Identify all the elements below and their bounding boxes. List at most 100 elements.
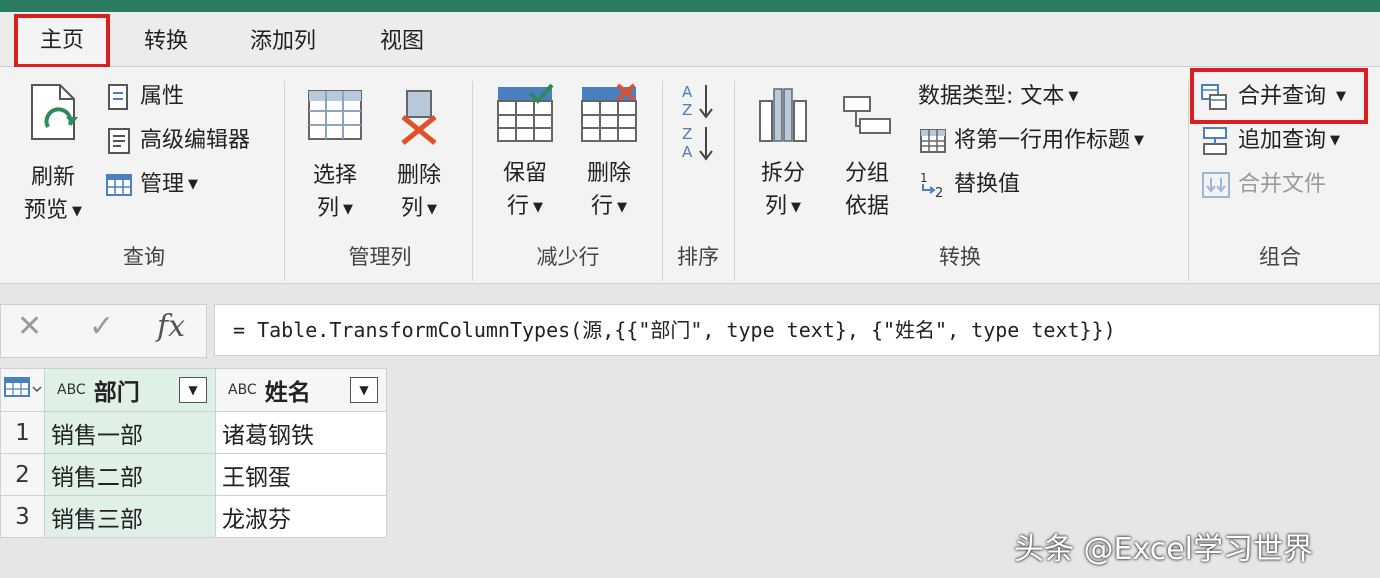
replace-values-button[interactable]: 1 2 替换值 <box>918 167 1020 203</box>
cell-dept[interactable]: 销售二部 <box>44 453 216 496</box>
cell-name[interactable]: 龙淑芬 <box>215 495 387 538</box>
choose-columns-label-1: 选择 <box>312 163 357 188</box>
refresh-label-1: 刷新 <box>30 165 75 190</box>
svg-text:1: 1 <box>920 171 928 185</box>
column-header-dept[interactable]: ABC 部门 ▼ <box>44 368 216 412</box>
row-number[interactable]: 3 <box>0 495 45 538</box>
ribbon-tabs: 主页 转换 添加列 视图 <box>0 12 1380 68</box>
text-type-icon: ABC <box>228 382 257 398</box>
merge-queries-highlight <box>1190 68 1368 124</box>
remove-columns-icon <box>401 90 437 145</box>
keep-rows-icon <box>497 83 554 142</box>
keep-rows-label-2: 行 ▼ <box>506 194 543 219</box>
keep-rows-label-1: 保留 <box>502 161 547 186</box>
cell-name[interactable]: 王钢蛋 <box>215 453 387 496</box>
tab-transform[interactable]: 转换 <box>144 22 188 62</box>
choose-columns-button[interactable]: 选择 列 ▼ <box>300 85 370 226</box>
choose-columns-label-2: 列 ▼ <box>316 196 353 221</box>
group-by-label-1: 分组 <box>844 161 889 186</box>
svg-text:2: 2 <box>935 186 943 200</box>
remove-columns-label-1: 删除 <box>396 163 441 188</box>
keep-rows-button[interactable]: 保留 行 ▼ <box>490 83 560 224</box>
group-separator <box>662 81 663 281</box>
formula-bar: ✕ ✓ fx = Table.TransformColumnTypes(源,{{… <box>0 300 1380 360</box>
combine-files-icon <box>1202 172 1230 198</box>
sort-ascending-icon: A Z <box>682 83 713 119</box>
choose-columns-icon <box>308 90 362 140</box>
cell-dept[interactable]: 销售三部 <box>44 495 216 538</box>
table-menu-button[interactable] <box>0 368 45 412</box>
append-queries-icon <box>1203 127 1227 155</box>
advanced-editor-button[interactable]: 高级编辑器 <box>104 123 250 159</box>
remove-rows-label-1: 删除 <box>586 161 631 186</box>
split-column-icon <box>759 88 807 142</box>
group-separator <box>1188 81 1189 281</box>
combine-files-button[interactable]: 合并文件 <box>1200 167 1326 203</box>
advanced-editor-icon <box>108 128 130 154</box>
table-row: 1 销售一部 诸葛钢铁 <box>0 411 387 454</box>
confirm-icon[interactable]: ✓ <box>89 309 114 344</box>
window-title-bar <box>0 0 1380 12</box>
sort-ascending-button[interactable]: A Z <box>680 81 716 125</box>
refresh-preview-button[interactable]: 刷新 预览 ▼ <box>18 81 88 228</box>
column-header-name[interactable]: ABC 姓名 ▼ <box>215 368 387 412</box>
watermark: 头条 @Excel学习世界 <box>1014 532 1314 567</box>
formula-input[interactable]: = Table.TransformColumnTypes(源,{{"部门", t… <box>214 304 1380 356</box>
cell-name[interactable]: 诸葛钢铁 <box>215 411 387 454</box>
text-type-icon: ABC <box>57 382 86 398</box>
split-column-button[interactable]: 拆分 列 ▼ <box>750 83 816 224</box>
group-separator <box>284 81 285 281</box>
use-first-row-as-headers-button[interactable]: 将第一行用作标题 ▼ <box>918 123 1144 159</box>
table-icon <box>106 174 132 196</box>
filter-dropdown-button[interactable]: ▼ <box>350 377 378 403</box>
sort-descending-icon: Z A <box>682 125 713 161</box>
cell-dept[interactable]: 销售一部 <box>44 411 216 454</box>
group-label-combine: 组合 <box>1259 245 1301 269</box>
first-row-header-icon <box>920 129 946 153</box>
remove-rows-icon <box>581 83 637 142</box>
table-row: 3 销售三部 龙淑芬 <box>0 495 387 538</box>
ribbon: 刷新 预览 ▼ 属性 高级编辑器 管理 ▼ 查询 选择 列 ▼ 删除 列 ▼ 管理列 <box>0 67 1380 284</box>
remove-rows-label-2: 行 ▼ <box>590 194 627 219</box>
group-by-icon <box>843 96 891 134</box>
formula-buttons: ✕ ✓ fx <box>0 304 207 358</box>
svg-text:A: A <box>682 143 693 161</box>
fx-icon[interactable]: fx <box>157 309 185 344</box>
svg-text:A: A <box>682 83 693 101</box>
row-number[interactable]: 2 <box>0 453 45 496</box>
remove-rows-button[interactable]: 删除 行 ▼ <box>574 83 644 224</box>
properties-button[interactable]: 属性 <box>104 79 184 115</box>
replace-values-icon: 12 <box>920 171 943 200</box>
row-number[interactable]: 1 <box>0 411 45 454</box>
group-label-transform: 转换 <box>939 245 981 269</box>
remove-columns-button[interactable]: 删除 列 ▼ <box>384 85 454 226</box>
group-label-sort: 排序 <box>677 245 719 269</box>
table-menu-icon <box>3 377 42 397</box>
data-table: ABC 部门 ▼ ABC 姓名 ▼ 1 销售一部 诸葛钢铁 2 销售二部 王钢蛋 3… <box>0 368 387 538</box>
remove-columns-label-2: 列 ▼ <box>400 196 437 221</box>
group-separator <box>472 81 473 281</box>
tab-home[interactable]: 主页 <box>14 14 110 68</box>
split-column-label-2: 列 ▼ <box>764 194 801 219</box>
refresh-icon <box>31 84 78 140</box>
cancel-icon[interactable]: ✕ <box>17 309 42 344</box>
svg-text:Z: Z <box>682 125 692 143</box>
filter-dropdown-button[interactable]: ▼ <box>179 377 207 403</box>
manage-button[interactable]: 管理 ▼ <box>104 167 198 203</box>
table-header-row: ABC 部门 ▼ ABC 姓名 ▼ <box>0 368 387 412</box>
group-separator <box>734 81 735 281</box>
group-label-manage-columns: 管理列 <box>348 245 412 269</box>
tab-view[interactable]: 视图 <box>380 22 424 62</box>
data-type-dropdown[interactable]: 数据类型: 文本 ▼ <box>918 79 1078 115</box>
svg-text:Z: Z <box>682 101 692 119</box>
group-label-reduce-rows: 减少行 <box>536 245 600 269</box>
append-queries-button[interactable]: 追加查询 ▼ <box>1200 123 1340 159</box>
group-by-label-2: 依据 <box>844 194 889 219</box>
group-by-button[interactable]: 分组 依据 <box>834 83 900 223</box>
sort-descending-button[interactable]: Z A <box>680 123 716 167</box>
table-row: 2 销售二部 王钢蛋 <box>0 453 387 496</box>
tab-add-column[interactable]: 添加列 <box>250 22 316 62</box>
split-column-label-1: 拆分 <box>760 161 805 186</box>
properties-icon <box>108 84 128 110</box>
group-label-query: 查询 <box>123 245 165 269</box>
